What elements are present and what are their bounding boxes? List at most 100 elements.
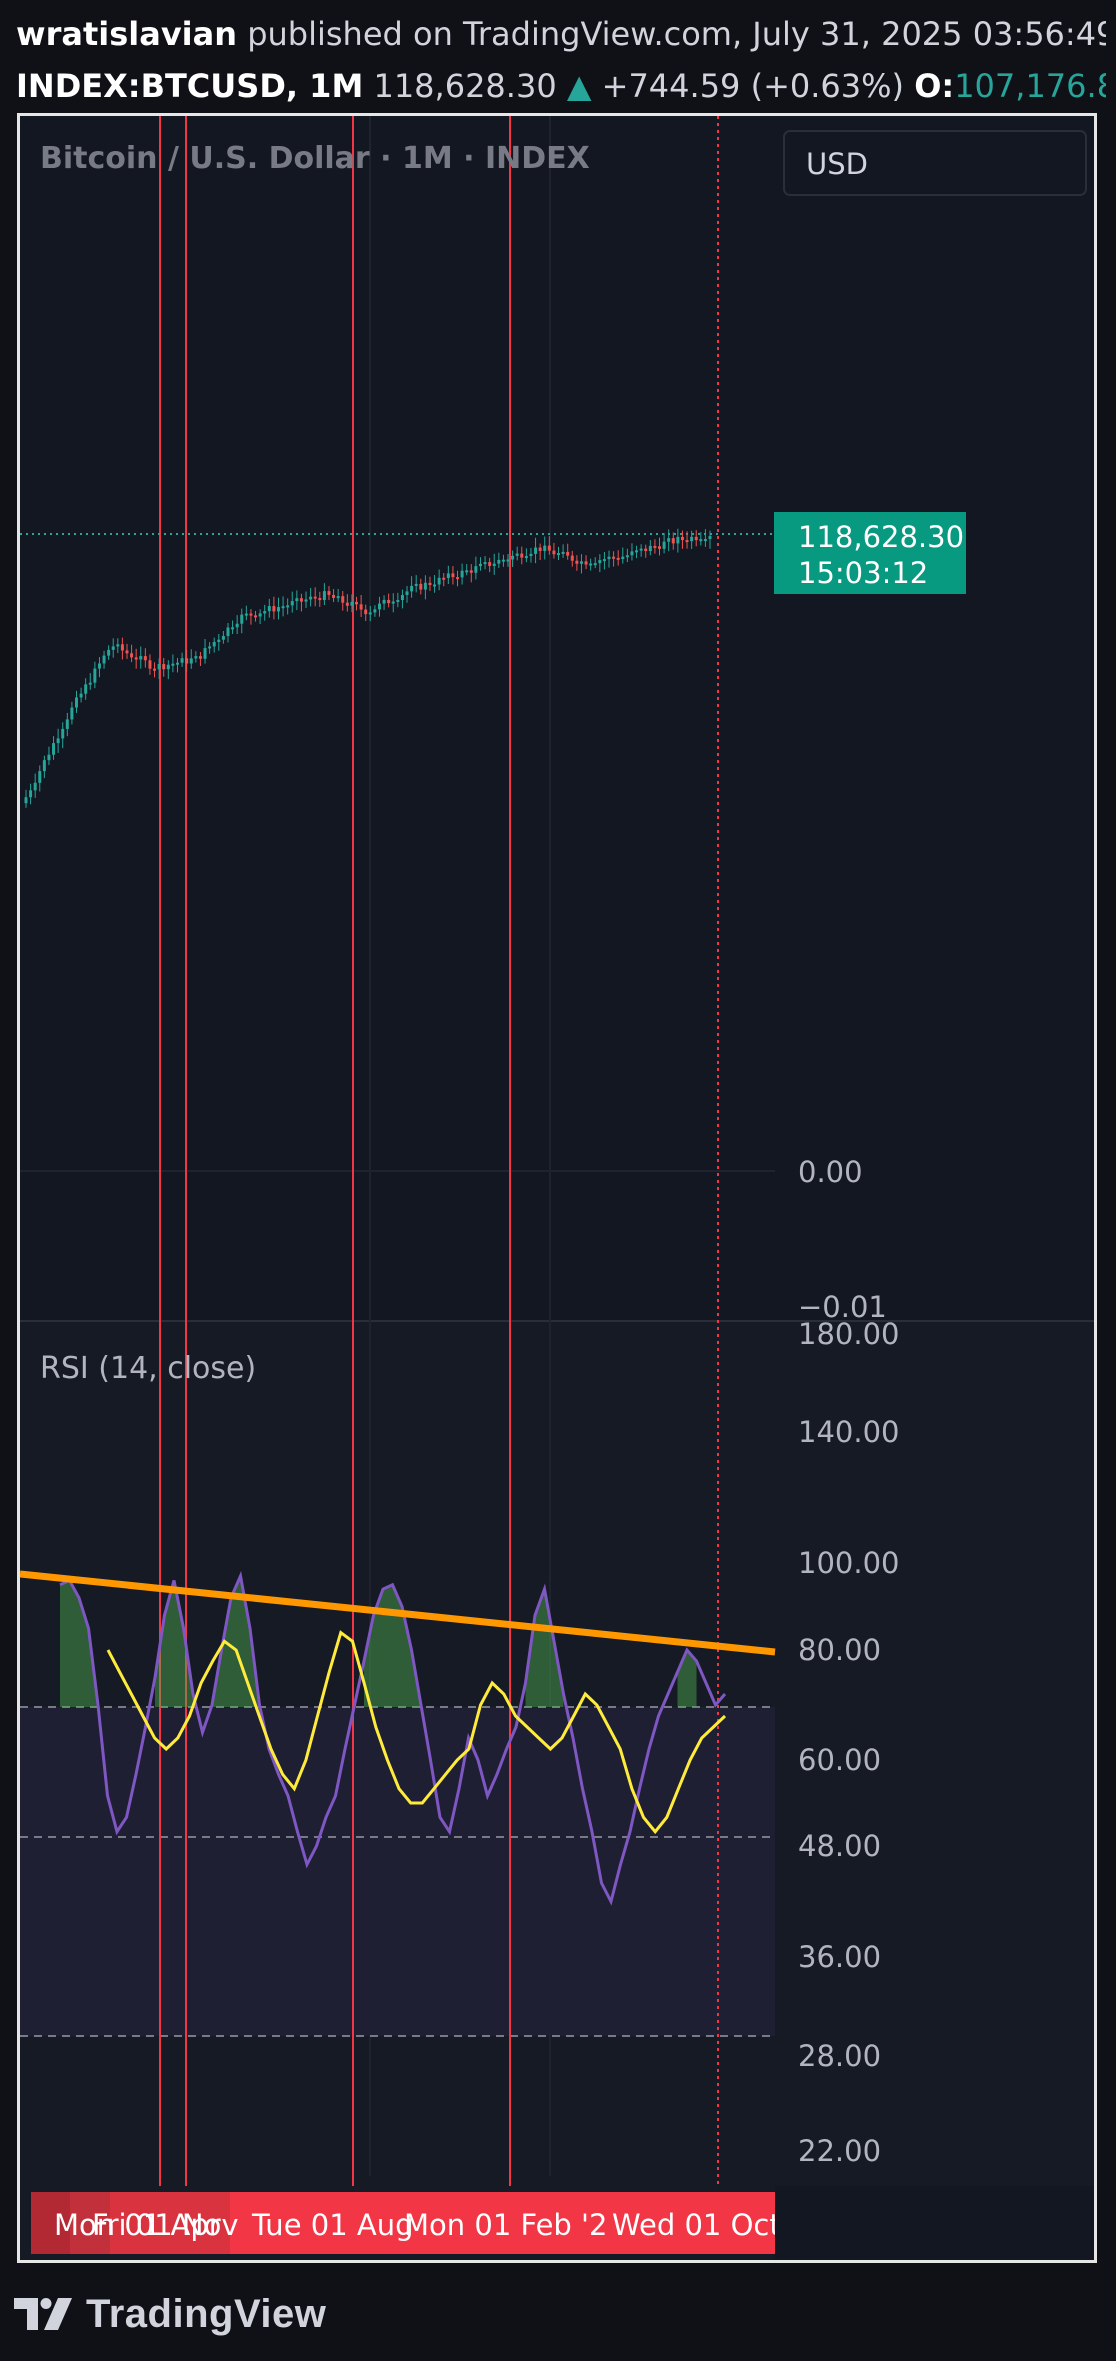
candle-body[interactable] xyxy=(74,697,78,708)
candle-body[interactable] xyxy=(368,612,372,615)
candle-body[interactable] xyxy=(355,601,359,605)
candle-body[interactable] xyxy=(446,573,450,579)
candle-body[interactable] xyxy=(552,550,556,555)
candle-body[interactable] xyxy=(584,561,588,565)
candle-body[interactable] xyxy=(524,556,528,559)
candle-body[interactable] xyxy=(29,790,33,798)
candle-body[interactable] xyxy=(680,536,684,541)
candle-body[interactable] xyxy=(281,606,285,609)
candle-body[interactable] xyxy=(33,782,37,791)
candle-body[interactable] xyxy=(442,577,446,580)
candle-body[interactable] xyxy=(217,639,221,643)
candle-body[interactable] xyxy=(575,560,579,564)
candle-body[interactable] xyxy=(38,771,42,783)
candle-body[interactable] xyxy=(79,693,83,698)
candle-body[interactable] xyxy=(258,613,262,617)
author-name[interactable]: wratislavian xyxy=(16,15,237,53)
candle-body[interactable] xyxy=(139,656,143,660)
candle-body[interactable] xyxy=(93,668,97,683)
time-axis[interactable]: Mon 01 Apr Fri 01 Nov Tue 01 Aug Mon 01 … xyxy=(31,2186,1094,2260)
candle-body[interactable] xyxy=(520,553,524,558)
candle-body[interactable] xyxy=(240,614,244,624)
candle-body[interactable] xyxy=(423,582,427,590)
candle-body[interactable] xyxy=(221,636,225,640)
candle-body[interactable] xyxy=(566,551,570,556)
candle-body[interactable] xyxy=(42,760,46,772)
symbol-label[interactable]: INDEX:BTCUSD, 1M xyxy=(16,67,363,105)
candle-body[interactable] xyxy=(116,644,120,647)
candle-body[interactable] xyxy=(107,649,111,656)
candle-body[interactable] xyxy=(506,559,510,562)
candle-body[interactable] xyxy=(658,546,662,549)
candle-body[interactable] xyxy=(88,682,92,685)
candle-body[interactable] xyxy=(405,591,409,596)
candle-body[interactable] xyxy=(125,650,129,654)
candle-body[interactable] xyxy=(341,596,345,603)
candle-body[interactable] xyxy=(295,598,299,602)
candle-body[interactable] xyxy=(511,555,515,560)
candle-body[interactable] xyxy=(313,596,317,599)
candle-body[interactable] xyxy=(703,539,707,542)
candle-body[interactable] xyxy=(433,584,437,587)
candle-body[interactable] xyxy=(557,553,561,556)
candle-body[interactable] xyxy=(699,539,703,542)
candle-body[interactable] xyxy=(543,545,547,551)
candle-body[interactable] xyxy=(322,591,326,601)
candle-body[interactable] xyxy=(465,570,469,573)
candle-body[interactable] xyxy=(497,559,501,564)
candle-body[interactable] xyxy=(474,566,478,573)
candle-body[interactable] xyxy=(483,562,487,565)
candle-body[interactable] xyxy=(47,754,51,761)
candle-body[interactable] xyxy=(373,609,377,613)
candle-body[interactable] xyxy=(231,627,235,630)
candle-body[interactable] xyxy=(244,613,248,616)
candle-body[interactable] xyxy=(685,540,689,543)
candle-body[interactable] xyxy=(538,547,542,551)
candle-body[interactable] xyxy=(166,664,170,670)
candle-body[interactable] xyxy=(61,728,65,739)
candle-body[interactable] xyxy=(419,583,423,590)
candle-body[interactable] xyxy=(254,615,258,618)
candle-body[interactable] xyxy=(667,538,671,542)
candle-body[interactable] xyxy=(478,563,482,567)
candle-body[interactable] xyxy=(102,655,106,664)
candle-body[interactable] xyxy=(180,658,184,663)
candle-body[interactable] xyxy=(377,603,381,610)
candle-body[interactable] xyxy=(400,595,404,601)
candle-body[interactable] xyxy=(616,557,620,560)
candle-body[interactable] xyxy=(299,598,303,602)
candle-body[interactable] xyxy=(492,563,496,566)
candle-body[interactable] xyxy=(387,599,391,604)
candle-body[interactable] xyxy=(332,594,336,598)
candle-body[interactable] xyxy=(529,553,533,557)
candle-body[interactable] xyxy=(235,623,239,628)
candle-body[interactable] xyxy=(290,601,294,606)
candle-body[interactable] xyxy=(84,684,88,694)
candle-body[interactable] xyxy=(24,797,28,804)
candle-body[interactable] xyxy=(304,599,308,602)
candle-body[interactable] xyxy=(621,556,625,560)
candle-body[interactable] xyxy=(602,559,606,562)
candle-body[interactable] xyxy=(56,738,60,744)
candle-body[interactable] xyxy=(212,642,216,647)
candle-body[interactable] xyxy=(598,560,602,564)
candle-body[interactable] xyxy=(327,591,331,595)
candle-body[interactable] xyxy=(501,559,505,562)
candle-body[interactable] xyxy=(194,656,198,659)
candle-body[interactable] xyxy=(534,547,538,554)
candle-body[interactable] xyxy=(226,627,230,637)
candle-body[interactable] xyxy=(662,541,666,549)
candle-body[interactable] xyxy=(318,598,322,601)
candle-body[interactable] xyxy=(189,658,193,664)
currency-button[interactable]: USD xyxy=(783,130,1087,196)
candle-body[interactable] xyxy=(589,563,593,566)
candle-body[interactable] xyxy=(249,613,253,616)
candle-body[interactable] xyxy=(676,536,680,544)
candle-body[interactable] xyxy=(671,538,675,544)
candle-body[interactable] xyxy=(690,536,694,542)
candle-body[interactable] xyxy=(336,596,340,599)
candle-body[interactable] xyxy=(488,562,492,566)
candle-body[interactable] xyxy=(382,599,386,604)
candle-body[interactable] xyxy=(120,644,124,651)
candle-body[interactable] xyxy=(410,585,414,592)
